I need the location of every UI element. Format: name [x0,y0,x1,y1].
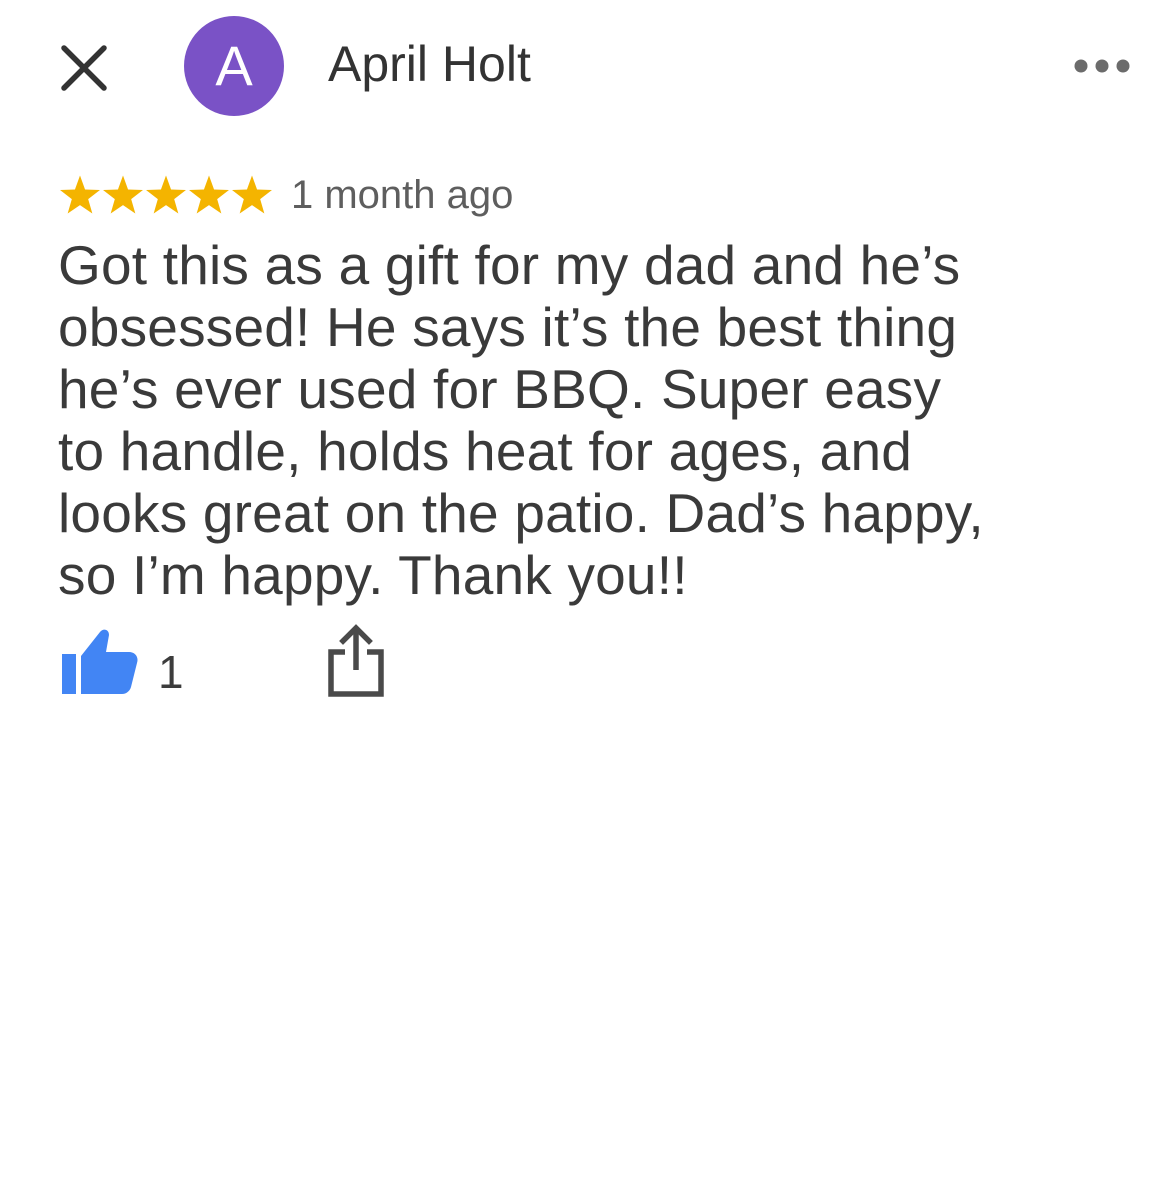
review-text-line: looks great on the patio. Dad’s happy, [58,482,984,544]
review-text-line: Got this as a gift for my dad and he’s [58,234,961,296]
close-icon [61,45,107,91]
more-horizontal-icon [1074,59,1130,73]
avatar[interactable]: A [184,16,284,116]
review-text-line: obsessed! He says it’s the best thing [58,296,958,358]
review-text-line: he’s ever used for BBQ. Super easy [58,358,942,420]
star-filled-icon [146,175,186,214]
review-timestamp: 1 month ago [291,173,514,217]
close-button[interactable] [58,42,110,94]
like-count: 1 [158,646,184,698]
share-icon [328,624,384,697]
rating-row: 1 month ago [58,168,513,222]
star-filled-icon [232,175,272,214]
review-text-line: so I’m happy. Thank you!! [58,544,688,606]
star-filled-icon [60,175,100,214]
review-text-line: to handle, holds heat for ages, and [58,420,913,482]
author-name[interactable]: April Holt [328,34,531,94]
more-options-button[interactable] [1070,54,1134,78]
like-button[interactable] [60,626,140,698]
star-filled-icon [189,175,229,214]
share-button[interactable] [326,622,386,700]
review-text: Got this as a gift for my dad and he’s o… [58,234,1138,606]
star-rating [58,168,273,222]
thumbs-up-icon [62,629,138,694]
review-card: A April Holt 1 month ago Got this as a g… [0,0,1170,1184]
star-filled-icon [103,175,143,214]
